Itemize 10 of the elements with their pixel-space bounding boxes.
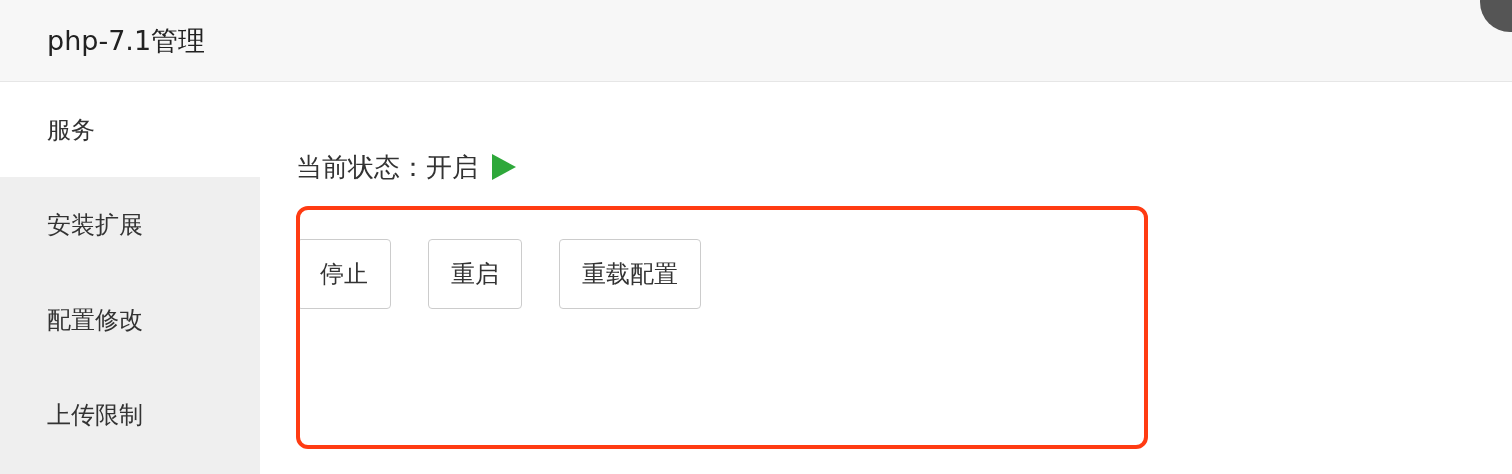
status-label: 当前状态：: [296, 150, 426, 184]
sidebar-item[interactable]: 安装扩展: [0, 177, 260, 272]
window-title: php-7.1管理: [47, 23, 206, 58]
sidebar-item[interactable]: 服务: [0, 82, 260, 177]
sidebar-item[interactable]: 配置修改: [0, 272, 260, 367]
action-button[interactable]: 重载配置: [559, 239, 701, 309]
action-button[interactable]: 重启: [428, 239, 522, 309]
action-button[interactable]: 停止: [300, 239, 391, 309]
sidebar-item[interactable]: 上传限制: [0, 367, 260, 462]
status-value: 开启: [426, 150, 478, 184]
